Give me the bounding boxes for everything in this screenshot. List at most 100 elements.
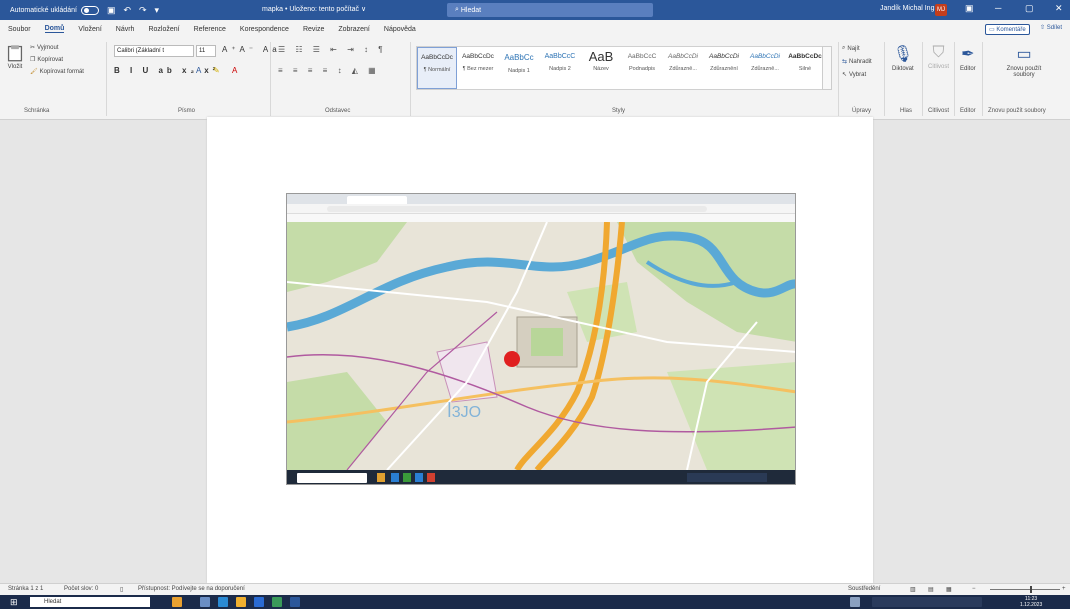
highlight-icon[interactable]: ✎ bbox=[213, 66, 224, 75]
style-emphasis-intense[interactable]: AaBbCcDi Zdůrazně... bbox=[745, 47, 785, 89]
focus-mode-button[interactable]: Soustředění bbox=[848, 586, 880, 592]
web-layout-icon[interactable]: ▦ bbox=[946, 586, 952, 593]
minimize-icon[interactable]: ─ bbox=[995, 3, 1001, 13]
font-name-select[interactable]: Calibri (Základní t bbox=[114, 45, 194, 57]
word-count[interactable]: Počet slov: 0 bbox=[64, 586, 98, 592]
replace-button[interactable]: ⇆ Nahradit bbox=[842, 58, 872, 66]
style-name: Zdůrazně... bbox=[669, 66, 697, 72]
style-emphasis[interactable]: AaBbCcDi Zdůraznění bbox=[704, 47, 744, 89]
read-mode-icon[interactable]: ▥ bbox=[910, 586, 916, 593]
style-subtitle[interactable]: AaBbCcC Podnadpis bbox=[622, 47, 662, 89]
font-size-controls[interactable]: A⁺A⁻ Aa bbox=[222, 45, 281, 54]
customize-toolbar-icon[interactable]: ▾ bbox=[155, 5, 160, 16]
list-buttons[interactable]: ☰ ☷ ☰ ⇤ ⇥ ↕ ¶ bbox=[278, 45, 387, 54]
cut-button[interactable]: ✂ Vyjmout bbox=[30, 44, 59, 52]
close-icon[interactable]: ✕ bbox=[1055, 3, 1063, 14]
taskbar-app-icon[interactable] bbox=[290, 597, 300, 607]
select-button[interactable]: ↖ Vybrat bbox=[842, 71, 866, 79]
tab-insert[interactable]: Vložení bbox=[78, 26, 101, 33]
font-color-icon[interactable]: A bbox=[232, 66, 241, 75]
clipboard-icon bbox=[7, 45, 23, 62]
document-title[interactable]: mapka • Uloženo: tento počítač ∨ bbox=[262, 5, 366, 13]
style-title[interactable]: AaB Název bbox=[581, 47, 621, 89]
reuse-files-icon: ▭ bbox=[1016, 46, 1032, 63]
tab-help[interactable]: Nápověda bbox=[384, 26, 416, 33]
reuse-files-button[interactable]: ▭ Znovu použít soubory bbox=[996, 44, 1052, 78]
page-count[interactable]: Stránka 1 z 1 bbox=[8, 586, 43, 592]
copy-button[interactable]: ❐ Kopírovat bbox=[30, 56, 63, 64]
taskbar-app-icon[interactable] bbox=[254, 597, 264, 607]
avatar[interactable]: MJ bbox=[935, 4, 947, 16]
cursor-icon: ↖ bbox=[842, 72, 848, 78]
alignment-buttons[interactable]: ≡ ≡ ≡ ≡ ↕ ◭ ▦ bbox=[278, 66, 380, 75]
tab-design[interactable]: Návrh bbox=[116, 26, 135, 33]
tab-layout[interactable]: Rozložení bbox=[148, 26, 179, 33]
format-painter-button[interactable]: 🖌 Kopírovat formát bbox=[30, 68, 84, 76]
tray-icons[interactable] bbox=[872, 597, 982, 607]
divider bbox=[982, 42, 983, 116]
zoom-slider-handle[interactable] bbox=[1030, 586, 1032, 593]
style-no-spacing[interactable]: AaBbCcDc ¶ Bez mezer bbox=[458, 47, 498, 89]
ribbon-display-icon[interactable]: ▣ bbox=[965, 3, 974, 14]
search-input[interactable]: ⌕ Hledat bbox=[447, 3, 653, 17]
paste-button[interactable]: Vložit bbox=[6, 44, 24, 70]
taskbar-app-icon[interactable] bbox=[236, 597, 246, 607]
undo-icon[interactable]: ↶ bbox=[123, 5, 131, 16]
autosave-toggle[interactable] bbox=[80, 5, 99, 15]
zoom-slider[interactable] bbox=[990, 589, 1060, 590]
dictate-button[interactable]: 🎙 Diktovat bbox=[892, 44, 914, 72]
find-button[interactable]: ⌕ Najít bbox=[842, 45, 860, 52]
taskbar-app-icon[interactable] bbox=[200, 597, 210, 607]
style-emphasis-subtle[interactable]: AaBbCcDi Zdůrazně... bbox=[663, 47, 703, 89]
print-layout-icon[interactable]: ▤ bbox=[928, 586, 934, 593]
tab-home[interactable]: Domů bbox=[44, 25, 65, 33]
svg-text:ꟾ3JO: ꟾ3JO bbox=[447, 402, 481, 421]
sensitivity-button[interactable]: ⛉ Citlivost bbox=[928, 44, 949, 70]
microphone-icon: 🎙 bbox=[892, 46, 913, 63]
status-bar: Stránka 1 z 1 Počet slov: 0 ▯ Přístupnos… bbox=[0, 583, 1070, 595]
tab-view[interactable]: Zobrazení bbox=[338, 26, 370, 33]
taskbar-clock[interactable]: 11:23 1.12.2023 bbox=[1020, 596, 1042, 608]
taskbar-app-icon[interactable] bbox=[172, 597, 182, 607]
maximize-icon[interactable]: ▢ bbox=[1025, 3, 1034, 14]
windows-start-icon[interactable]: ⊞ bbox=[10, 597, 18, 608]
style-name: Nadpis 2 bbox=[549, 66, 571, 72]
taskbar-app-icon[interactable] bbox=[272, 597, 282, 607]
embedded-bookmarks-bar bbox=[287, 214, 795, 222]
styles-scroll-button[interactable] bbox=[822, 46, 832, 90]
style-strong[interactable]: AaBbCcDc Silné bbox=[786, 47, 824, 89]
zoom-in-icon[interactable]: + bbox=[1062, 586, 1066, 592]
embedded-map-screenshot[interactable]: ꟾ3JO bbox=[286, 193, 796, 485]
search-icon: ⌕ bbox=[842, 45, 846, 51]
tab-mailings[interactable]: Korespondence bbox=[240, 26, 289, 33]
clock-date: 1.12.2023 bbox=[1020, 602, 1043, 608]
editor-button[interactable]: ✒ Editor bbox=[960, 44, 976, 72]
style-normal[interactable]: AaBbCcDc ¶ Normální bbox=[417, 47, 457, 89]
taskbar-search-input[interactable]: Hledat bbox=[30, 597, 150, 607]
style-sample: AaBbCcDc bbox=[462, 53, 494, 60]
tab-references[interactable]: Reference bbox=[194, 26, 226, 33]
font-size-select[interactable]: 11 bbox=[196, 45, 216, 57]
style-heading-2[interactable]: AaBbCcC Nadpis 2 bbox=[540, 47, 580, 89]
accessibility-status[interactable]: Přístupnost: Podívejte se na doporučení bbox=[138, 586, 245, 592]
ribbon-tabs: Soubor Domů Vložení Návrh Rozložení Refe… bbox=[0, 20, 1070, 38]
tab-review[interactable]: Revize bbox=[303, 26, 324, 33]
ribbon: Vložit ✂ Vyjmout ❐ Kopírovat 🖌 Kopírovat fo… bbox=[0, 38, 1070, 120]
comments-button[interactable]: ▭ Komentáře bbox=[985, 24, 1030, 35]
text-effects-icon[interactable]: A bbox=[196, 66, 205, 75]
styles-gallery[interactable]: AaBbCcDc ¶ Normální AaBbCcDc ¶ Bez mezer A… bbox=[416, 46, 824, 90]
redo-icon[interactable]: ↷ bbox=[139, 5, 147, 16]
save-icon[interactable]: ▣ bbox=[107, 5, 116, 16]
group-label-editing: Úpravy bbox=[852, 108, 872, 114]
proofing-icon[interactable]: ▯ bbox=[120, 586, 123, 593]
cut-label: Vyjmout bbox=[37, 44, 59, 51]
sensitivity-label: Citlivost bbox=[928, 64, 950, 70]
divider bbox=[270, 42, 271, 116]
tab-file[interactable]: Soubor bbox=[8, 26, 31, 33]
taskbar-app-icon[interactable] bbox=[218, 597, 228, 607]
style-heading-1[interactable]: AaBbCc Nadpis 1 bbox=[499, 47, 539, 89]
tray-icons[interactable] bbox=[850, 597, 860, 607]
zoom-out-icon[interactable]: − bbox=[972, 586, 976, 592]
user-name[interactable]: Jandík Michal Ing. bbox=[880, 5, 936, 12]
share-button[interactable]: ⇧ Sdílet bbox=[1040, 24, 1062, 31]
